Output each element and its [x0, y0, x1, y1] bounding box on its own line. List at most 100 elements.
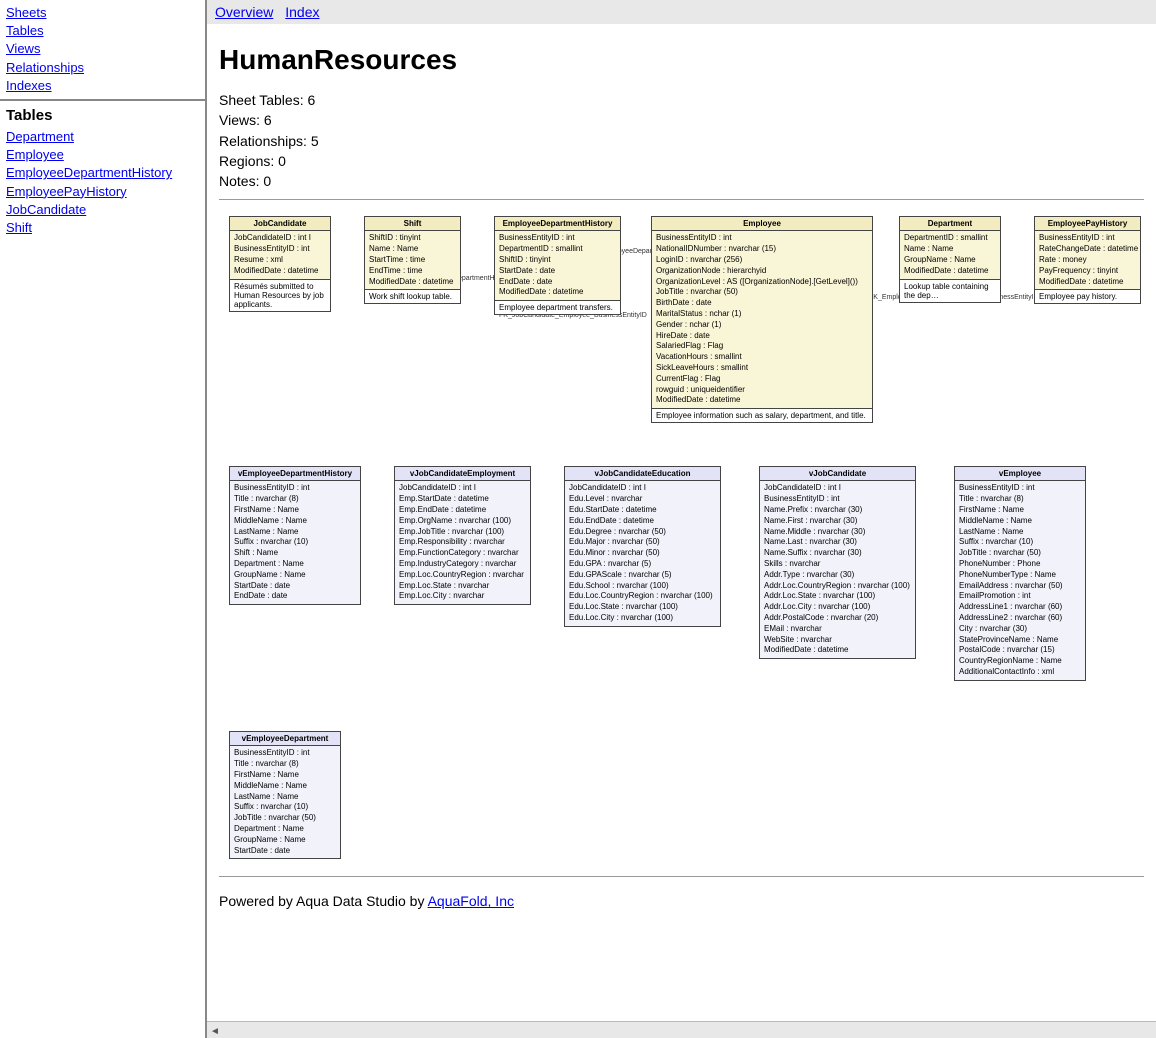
column: NationalIDNumber : nvarchar (15)	[656, 244, 868, 255]
entity-eph[interactable]: EmployeePayHistory BusinessEntityID : in…	[1034, 216, 1141, 304]
entity-shift[interactable]: Shift ShiftID : tinyintName : NameStartT…	[364, 216, 461, 304]
column: AddressLine2 : nvarchar (60)	[959, 613, 1081, 624]
nav-tables[interactable]: Tables	[6, 22, 199, 40]
column: ModifiedDate : datetime	[1039, 277, 1136, 288]
entity-edh[interactable]: EmployeeDepartmentHistory BusinessEntity…	[494, 216, 621, 315]
column: PhoneNumber : Phone	[959, 559, 1081, 570]
column: ModifiedDate : datetime	[234, 266, 326, 277]
column: Name.Prefix : nvarchar (30)	[764, 505, 911, 516]
column: CurrentFlag : Flag	[656, 374, 868, 385]
scroll-left-icon[interactable]: ◄	[207, 1024, 223, 1038]
column: VacationHours : smallint	[656, 352, 868, 363]
footer-link[interactable]: AquaFold, Inc	[428, 893, 514, 909]
column: LastName : Name	[234, 527, 356, 538]
column: SickLeaveHours : smallint	[656, 363, 868, 374]
column: LastName : Name	[959, 527, 1081, 538]
topbar-index[interactable]: Index	[285, 4, 319, 20]
column: Name.Suffix : nvarchar (30)	[764, 548, 911, 559]
column: Department : Name	[234, 824, 336, 835]
table-link-edh[interactable]: EmployeeDepartmentHistory	[6, 164, 199, 182]
column: RateChangeDate : datetime	[1039, 244, 1136, 255]
column: MiddleName : Name	[234, 516, 356, 527]
column: Emp.EndDate : datetime	[399, 505, 526, 516]
column: Edu.Loc.State : nvarchar (100)	[569, 602, 716, 613]
column: MaritalStatus : nchar (1)	[656, 309, 868, 320]
nav-views[interactable]: Views	[6, 40, 199, 58]
column: LoginID : nvarchar (256)	[656, 255, 868, 266]
column: JobTitle : nvarchar (50)	[959, 548, 1081, 559]
stat-sheet-tables: Sheet Tables: 6	[219, 90, 1144, 110]
column: PostalCode : nvarchar (15)	[959, 645, 1081, 656]
entity-vedh[interactable]: vEmployeeDepartmentHistory BusinessEntit…	[229, 466, 361, 605]
table-link-department[interactable]: Department	[6, 128, 199, 146]
column: Edu.Minor : nvarchar (50)	[569, 548, 716, 559]
entity-vemp[interactable]: vEmployee BusinessEntityID : intTitle : …	[954, 466, 1086, 680]
column: ModifiedDate : datetime	[656, 395, 868, 406]
column: Edu.Degree : nvarchar (50)	[569, 527, 716, 538]
table-link-shift[interactable]: Shift	[6, 219, 199, 237]
column: MiddleName : Name	[234, 781, 336, 792]
main: Overview Index HumanResources Sheet Tabl…	[207, 0, 1156, 1038]
column: Edu.StartDate : datetime	[569, 505, 716, 516]
column: Name.First : nvarchar (30)	[764, 516, 911, 527]
column: Emp.OrgName : nvarchar (100)	[399, 516, 526, 527]
column: ModifiedDate : datetime	[499, 287, 616, 298]
column: StartDate : date	[499, 266, 616, 277]
entity-employee[interactable]: Employee BusinessEntityID : intNationalI…	[651, 216, 873, 423]
column: Edu.Level : nvarchar	[569, 494, 716, 505]
sidebar: Sheets Tables Views Relationships Indexe…	[0, 0, 207, 1038]
column: Edu.GPA : nvarchar (5)	[569, 559, 716, 570]
column: GroupName : Name	[904, 255, 996, 266]
column: FirstName : Name	[234, 770, 336, 781]
column: SalariedFlag : Flag	[656, 341, 868, 352]
entity-vjce[interactable]: vJobCandidateEmployment JobCandidateID :…	[394, 466, 531, 605]
stat-notes: Notes: 0	[219, 171, 1144, 191]
entity-ved[interactable]: vEmployeeDepartment BusinessEntityID : i…	[229, 731, 341, 859]
column: Department : Name	[234, 559, 356, 570]
stat-regions: Regions: 0	[219, 151, 1144, 171]
column: EndDate : date	[234, 591, 356, 602]
column: Edu.EndDate : datetime	[569, 516, 716, 527]
column: StartTime : time	[369, 255, 456, 266]
column: Edu.School : nvarchar (100)	[569, 581, 716, 592]
column: OrganizationLevel : AS ([OrganizationNod…	[656, 277, 868, 288]
column: ShiftID : tinyint	[499, 255, 616, 266]
column: JobTitle : nvarchar (50)	[656, 287, 868, 298]
entity-jobcandidate[interactable]: JobCandidate JobCandidateID : int IBusin…	[229, 216, 331, 311]
column: Suffix : nvarchar (10)	[959, 537, 1081, 548]
column: Skills : nvarchar	[764, 559, 911, 570]
column: Shift : Name	[234, 548, 356, 559]
column: ModifiedDate : datetime	[904, 266, 996, 277]
entity-department[interactable]: Department DepartmentID : smallintName :…	[899, 216, 1001, 302]
column: Emp.StartDate : datetime	[399, 494, 526, 505]
table-link-employee[interactable]: Employee	[6, 146, 199, 164]
column: StateProvinceName : Name	[959, 635, 1081, 646]
table-link-eph[interactable]: EmployeePayHistory	[6, 183, 199, 201]
table-link-jobcandidate[interactable]: JobCandidate	[6, 201, 199, 219]
column: DepartmentID : smallint	[499, 244, 616, 255]
column: Edu.Loc.CountryRegion : nvarchar (100)	[569, 591, 716, 602]
sidebar-nav: Sheets Tables Views Relationships Indexe…	[0, 0, 205, 101]
column: FirstName : Name	[959, 505, 1081, 516]
entity-vjced[interactable]: vJobCandidateEducation JobCandidateID : …	[564, 466, 721, 626]
column: GroupName : Name	[234, 835, 336, 846]
horizontal-scrollbar[interactable]: ◄	[207, 1021, 1156, 1038]
column: EndTime : time	[369, 266, 456, 277]
entity-vjc[interactable]: vJobCandidate JobCandidateID : int IBusi…	[759, 466, 916, 659]
stat-views: Views: 6	[219, 110, 1144, 130]
nav-indexes[interactable]: Indexes	[6, 77, 199, 95]
column: PhoneNumberType : Name	[959, 570, 1081, 581]
column: Name.Middle : nvarchar (30)	[764, 527, 911, 538]
column: Edu.GPAScale : nvarchar (5)	[569, 570, 716, 581]
nav-relationships[interactable]: Relationships	[6, 59, 199, 77]
column: CountryRegionName : Name	[959, 656, 1081, 667]
column: LastName : Name	[234, 792, 336, 803]
column: JobCandidateID : int I	[764, 483, 911, 494]
topbar-overview[interactable]: Overview	[215, 4, 273, 20]
column: EMail : nvarchar	[764, 624, 911, 635]
nav-sheets[interactable]: Sheets	[6, 4, 199, 22]
column: Edu.Loc.City : nvarchar (100)	[569, 613, 716, 624]
column: HireDate : date	[656, 331, 868, 342]
column: JobTitle : nvarchar (50)	[234, 813, 336, 824]
er-diagram: FK_EmployeeDepartmentHistory_Shift_Shift…	[219, 216, 1144, 746]
